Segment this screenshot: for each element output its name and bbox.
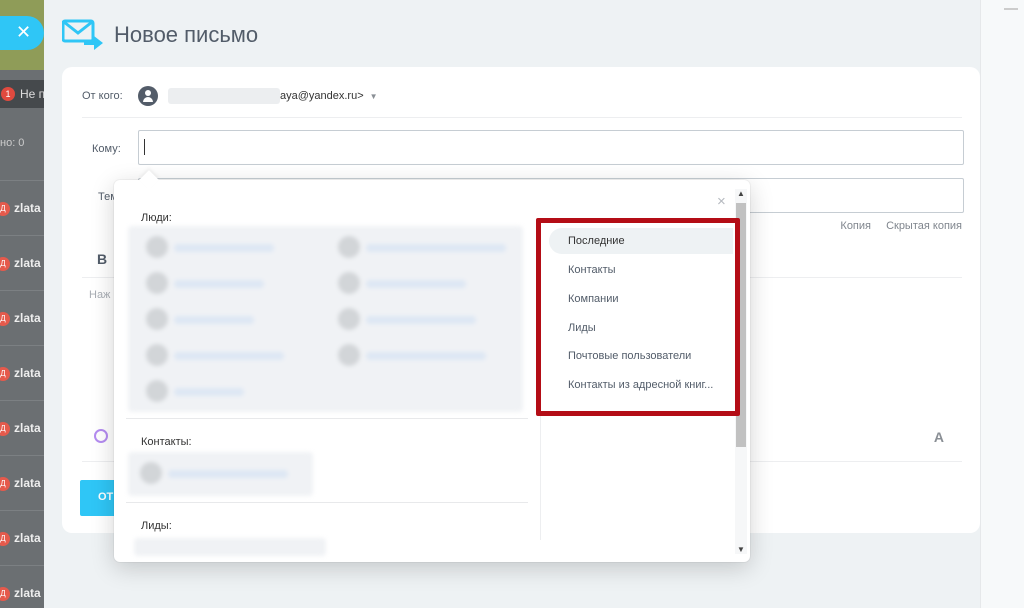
scroll-down-icon[interactable]: ▼	[737, 545, 745, 554]
tab-recent[interactable]: Последние	[549, 228, 733, 254]
background-sidebar: ✕ 1 Не п но: 0 Дzlata Дzlata Дzlata Дzla…	[0, 0, 44, 608]
tab-mail-users[interactable]: Почтовые пользователи	[549, 343, 733, 369]
notification-count: 1	[1, 87, 15, 101]
scroll-up-icon[interactable]: ▲	[737, 189, 745, 198]
background-row: Дzlata	[0, 455, 44, 510]
contacts-list-redacted[interactable]	[128, 452, 313, 496]
copy-links: Копия Скрытая копия	[828, 220, 962, 232]
tab-contacts[interactable]: Контакты	[549, 257, 733, 283]
leads-list-redacted[interactable]	[134, 538, 326, 556]
notification-text: Не п	[20, 87, 44, 101]
from-email[interactable]: aya@yandex.ru>	[280, 90, 364, 102]
tab-address-book-contacts[interactable]: Контакты из адресной книг...	[549, 372, 733, 398]
page-title: Новое письмо	[114, 22, 259, 47]
copilot-icon[interactable]	[94, 429, 108, 443]
recipient-selector-popup: × ▲ ▼ Люди: Контакты: Лиды: Последние Ко…	[114, 170, 750, 562]
avatar: Д	[0, 367, 10, 381]
close-icon[interactable]: ×	[717, 193, 726, 210]
bcc-link[interactable]: Скрытая копия	[886, 220, 962, 232]
from-label: От кого:	[82, 90, 123, 102]
bold-button[interactable]: B	[97, 251, 107, 267]
avatar: Д	[0, 532, 10, 546]
people-list-redacted[interactable]	[128, 226, 523, 412]
from-row: От кого: aya@yandex.ru> ▼	[82, 81, 378, 111]
background-row: Дzlata	[0, 565, 44, 608]
entity-tabs-highlighted: Последние Контакты Компании Лиды Почтовы…	[536, 218, 740, 416]
mail-send-icon	[62, 19, 103, 50]
tab-leads[interactable]: Лиды	[549, 315, 733, 341]
background-count: но: 0	[0, 137, 25, 149]
to-label: Кому:	[92, 143, 121, 155]
avatar: Д	[0, 587, 10, 601]
avatar: Д	[0, 202, 10, 216]
background-row: Дzlata	[0, 400, 44, 455]
background-right-panel	[980, 0, 1024, 608]
background-row: Дzlata	[0, 180, 44, 235]
avatar: Д	[0, 312, 10, 326]
slider-close-button[interactable]: ✕	[0, 16, 44, 50]
background-row: Дzlata	[0, 510, 44, 565]
avatar: Д	[0, 477, 10, 491]
background-row: Дzlata	[0, 290, 44, 345]
avatar: Д	[0, 422, 10, 436]
background-row: Дzlata	[0, 235, 44, 290]
chevron-down-icon[interactable]: ▼	[370, 92, 378, 101]
minimize-icon	[1004, 8, 1018, 10]
font-button[interactable]: A	[934, 429, 944, 445]
section-title-people: Люди:	[141, 212, 172, 224]
avatar: Д	[0, 257, 10, 271]
editor-placeholder[interactable]: Наж	[89, 289, 110, 301]
divider	[82, 117, 962, 118]
to-input[interactable]	[138, 130, 964, 165]
section-title-contacts: Контакты:	[141, 436, 192, 448]
section-title-leads: Лиды:	[141, 520, 172, 532]
from-name-redacted	[168, 88, 280, 104]
user-avatar-icon	[138, 86, 158, 106]
slider-header: Новое письмо	[62, 18, 258, 52]
tab-companies[interactable]: Компании	[549, 286, 733, 312]
close-icon: ✕	[16, 22, 32, 42]
background-row: Дzlata	[0, 345, 44, 400]
cc-link[interactable]: Копия	[840, 220, 871, 232]
divider	[126, 502, 528, 503]
background-notification: 1 Не п	[0, 80, 44, 108]
divider	[126, 418, 528, 419]
